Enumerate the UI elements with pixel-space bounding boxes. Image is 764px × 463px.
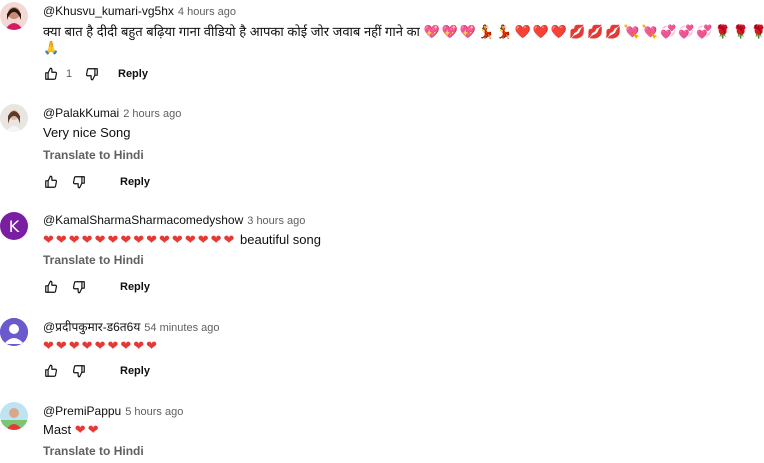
default-user-icon <box>0 318 28 346</box>
comment-time[interactable]: 5 hours ago <box>125 406 183 418</box>
avatar[interactable] <box>0 104 28 132</box>
author-name[interactable]: @प्रदीपकुमार-ड6त6य <box>43 320 140 334</box>
thumb-down-icon[interactable] <box>71 174 87 190</box>
comment-time[interactable]: 3 hours ago <box>247 215 305 227</box>
emoji-run: ❤❤❤❤❤❤❤❤❤❤❤❤❤❤❤ <box>43 233 237 248</box>
avatar[interactable] <box>0 402 28 430</box>
author-name[interactable]: @KamalSharmaSharmacomedyshow <box>43 213 243 227</box>
comment-time[interactable]: 54 minutes ago <box>144 322 219 334</box>
comment-header: @प्रदीपकुमार-ड6त6य 54 minutes ago <box>43 318 220 336</box>
comment-body: Mast <box>43 422 72 437</box>
comment-actions: Reply <box>43 172 150 192</box>
folded-hands-emoji: 🙏 <box>43 41 62 56</box>
thumb-up-icon[interactable] <box>43 363 59 379</box>
author-name[interactable]: @PremiPappu <box>43 404 121 418</box>
comment-header: @PremiPappu 5 hours ago <box>43 402 183 420</box>
comment-text: Mast ❤❤ <box>43 422 101 438</box>
comment-header: @PalakKumai 2 hours ago <box>43 104 181 122</box>
author-name[interactable]: @PalakKumai <box>43 106 119 120</box>
comment-actions: Reply <box>43 277 150 297</box>
avatar-letter: K <box>8 216 20 236</box>
comment-text: क्या बात है दीदी बहुत बढ़िया गाना वीडियो… <box>43 22 764 40</box>
author-name[interactable]: @Khusvu_kumari-vg5hx <box>43 4 174 18</box>
comment-text: ❤❤❤❤❤❤❤❤❤❤❤❤❤❤❤ beautiful song <box>43 232 321 248</box>
comment-actions: Reply <box>43 361 150 381</box>
emoji-run: ❤❤❤❤❤❤❤❤❤ <box>43 339 160 354</box>
reply-button[interactable]: Reply <box>118 68 148 80</box>
comment-time[interactable]: 2 hours ago <box>123 108 181 120</box>
emoji-run: ❤❤ <box>74 423 101 438</box>
thumb-down-icon[interactable] <box>71 279 87 295</box>
reply-button[interactable]: Reply <box>120 365 150 377</box>
comment-header: @KamalSharmaSharmacomedyshow 3 hours ago <box>43 211 305 229</box>
thumb-up-icon[interactable] <box>43 174 59 190</box>
comment-actions: 1 Reply <box>43 64 148 84</box>
thumb-up-icon[interactable] <box>43 66 59 82</box>
comment-header: @Khusvu_kumari-vg5hx 4 hours ago <box>43 2 236 20</box>
reply-button[interactable]: Reply <box>120 176 150 188</box>
thumb-down-icon[interactable] <box>84 66 100 82</box>
translate-link[interactable]: Translate to Hindi <box>43 148 144 162</box>
thumb-down-icon[interactable] <box>71 363 87 379</box>
comment-text-line2: 🙏 <box>43 40 61 56</box>
comment-body: क्या बात है दीदी बहुत बढ़िया गाना वीडियो… <box>43 24 420 39</box>
avatar[interactable]: K <box>0 212 28 240</box>
thumb-up-icon[interactable] <box>43 279 59 295</box>
emoji-run: 💖💖💖💃💃❤️❤️❤️💋💋💋💘💘💞💞💞🌹🌹🌹 <box>423 25 764 40</box>
reply-button[interactable]: Reply <box>120 281 150 293</box>
comment-time[interactable]: 4 hours ago <box>178 6 236 18</box>
like-count: 1 <box>66 68 73 80</box>
comment-body: beautiful song <box>240 232 321 247</box>
comment-text: ❤❤❤❤❤❤❤❤❤ <box>43 338 159 354</box>
comment-body: Very nice Song <box>43 125 131 140</box>
avatar[interactable] <box>0 2 28 30</box>
translate-link[interactable]: Translate to Hindi <box>43 444 144 458</box>
avatar[interactable] <box>0 318 28 346</box>
translate-link[interactable]: Translate to Hindi <box>43 253 144 267</box>
